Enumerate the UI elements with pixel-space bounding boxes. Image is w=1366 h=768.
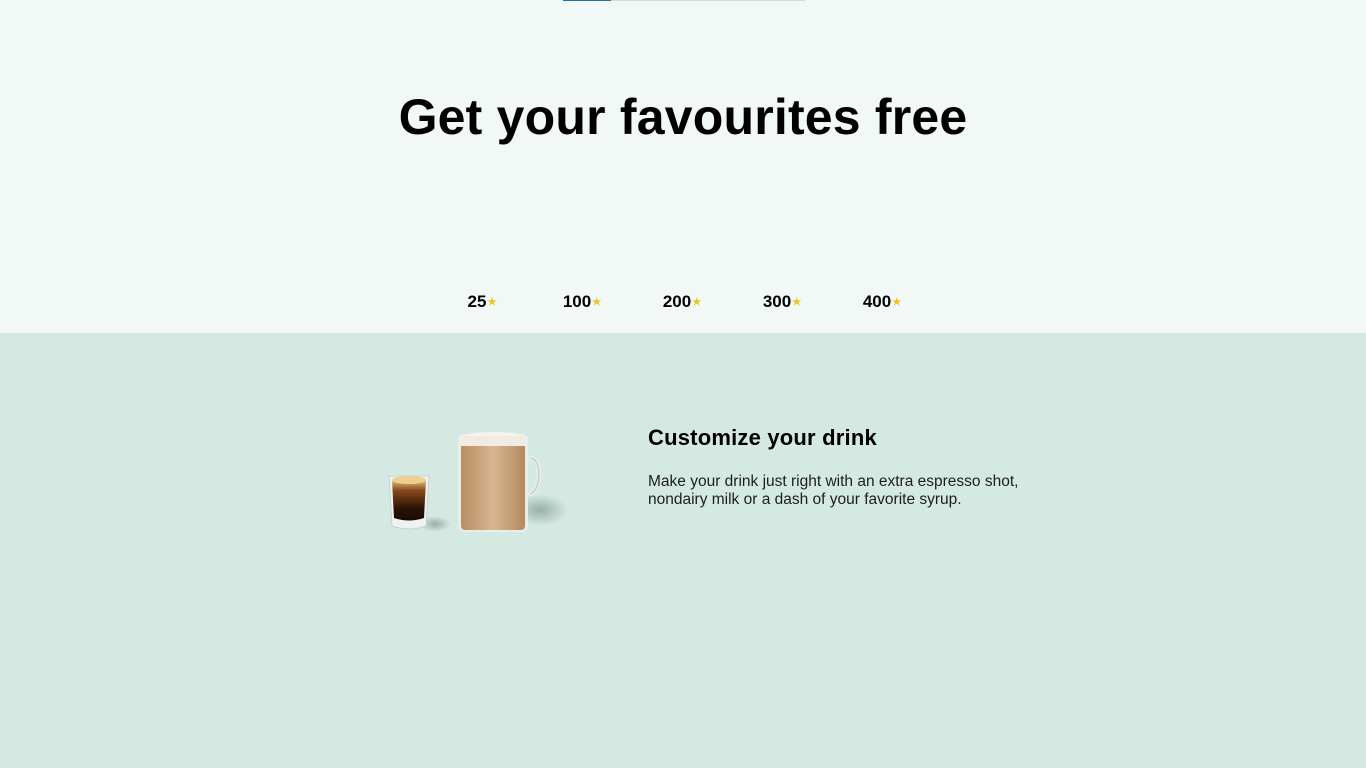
tier-tab-100[interactable]: 100★	[532, 290, 632, 315]
tier-value: 25	[467, 292, 487, 311]
tier-tab-300[interactable]: 300★	[732, 290, 832, 315]
tier-value: 400	[862, 292, 892, 311]
espresso-and-latte-image	[388, 432, 568, 532]
tier-value: 200	[662, 292, 692, 311]
scroll-progress-track	[563, 0, 805, 1]
star-icon: ★	[692, 297, 702, 308]
rewards-headline: Get your favourites free	[398, 89, 968, 145]
tier-tab-200[interactable]: 200★	[632, 290, 732, 315]
tier-value: 300	[762, 292, 792, 311]
star-icon: ★	[792, 297, 802, 308]
star-icon: ★	[892, 297, 902, 308]
star-icon: ★	[592, 297, 602, 308]
tier-value: 100	[562, 292, 592, 311]
feature-description: Make your drink just right with an extra…	[648, 473, 1019, 508]
reward-tier-tabs: 25★ 100★ 200★ 300★ 400★	[432, 290, 932, 316]
feature-title: Customize your drink	[648, 425, 877, 450]
tier-tab-400[interactable]: 400★	[832, 290, 932, 315]
rewards-section: Get your favourites free 25★ 100★ 200★ 3…	[0, 0, 1366, 333]
tier-detail-panel: Customize your drink Make your drink jus…	[0, 333, 1366, 768]
tier-tab-25[interactable]: 25★	[432, 290, 532, 315]
scroll-progress-thumb	[563, 0, 611, 1]
star-icon: ★	[487, 297, 497, 308]
